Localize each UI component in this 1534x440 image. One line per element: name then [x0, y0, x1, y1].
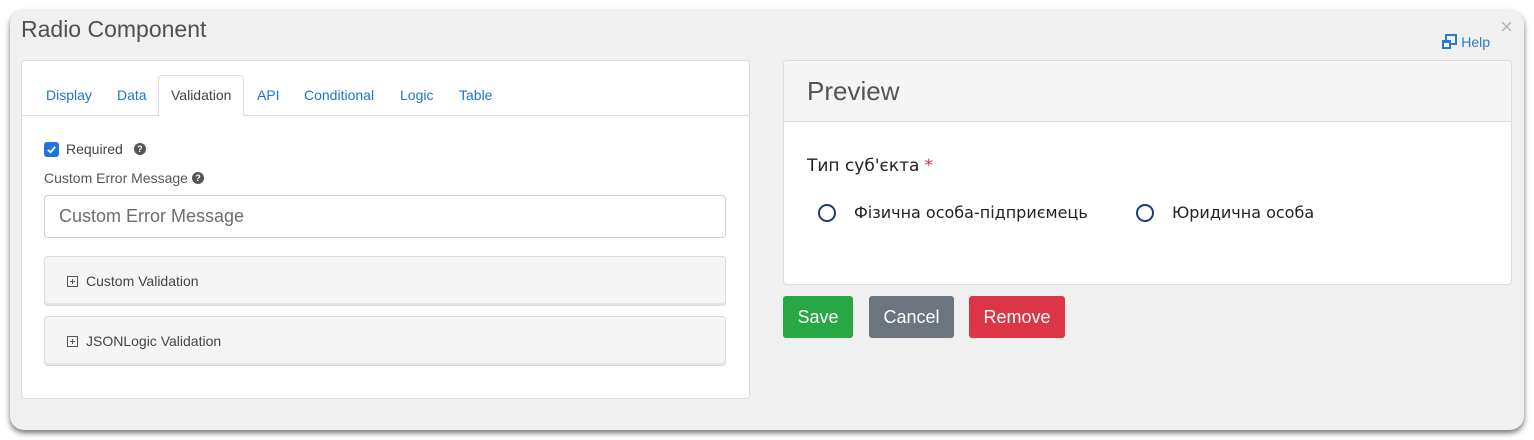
expand-plus-icon: [67, 275, 78, 287]
accordion-label: Custom Validation: [86, 273, 199, 289]
close-icon[interactable]: ×: [1500, 16, 1513, 38]
radio-circle[interactable]: [818, 203, 836, 222]
radio-option-label: Юридична особа: [1172, 203, 1315, 222]
custom-error-label-row: Custom Error Message ?: [44, 170, 204, 186]
jsonlogic-validation-accordion[interactable]: JSONLogic Validation: [44, 316, 726, 366]
tab-logic[interactable]: Logic: [388, 75, 445, 116]
accordion-label: JSONLogic Validation: [86, 333, 222, 349]
radio-circle[interactable]: [1136, 203, 1154, 222]
new-window-icon: [1442, 34, 1458, 49]
custom-error-input[interactable]: [44, 195, 726, 238]
required-star: *: [924, 156, 933, 176]
tab-display[interactable]: Display: [34, 75, 104, 116]
radio-component-modal: Radio Component × Help Display Data Vali…: [10, 10, 1524, 430]
expand-plus-icon: [67, 335, 78, 347]
save-button[interactable]: Save: [783, 296, 853, 338]
required-row: Required ?: [44, 141, 146, 157]
tab-table[interactable]: Table: [447, 75, 504, 116]
required-label: Required: [66, 141, 123, 157]
preview-title: Preview: [807, 76, 900, 106]
help-link[interactable]: Help: [1441, 34, 1490, 50]
custom-validation-accordion[interactable]: Custom Validation: [44, 256, 726, 306]
tab-data[interactable]: Data: [105, 75, 159, 116]
tab-api[interactable]: API: [245, 75, 292, 116]
settings-panel: Display Data Validation API Conditional …: [21, 60, 750, 399]
question-circle-icon[interactable]: ?: [191, 172, 204, 184]
tab-bar: Display Data Validation API Conditional …: [22, 61, 749, 116]
radio-option-label: Фізична особа-підприємець: [854, 203, 1088, 222]
check-icon: [47, 145, 56, 154]
radio-option-legal-entity[interactable]: Юридична особа: [1136, 203, 1314, 222]
preview-panel: Preview Тип суб'єкта * Фізична особа-підп…: [783, 60, 1512, 285]
field-label-text: Тип суб'єкта: [807, 156, 920, 176]
question-circle-icon[interactable]: ?: [133, 143, 146, 155]
remove-button[interactable]: Remove: [969, 296, 1065, 338]
radio-option-fop[interactable]: Фізична особа-підприємець: [818, 203, 1088, 222]
modal-title: Radio Component: [21, 16, 207, 42]
help-label: Help: [1461, 34, 1490, 50]
tab-conditional[interactable]: Conditional: [292, 75, 386, 116]
radio-field-label: Тип суб'єкта *: [807, 156, 933, 176]
custom-error-label: Custom Error Message: [44, 170, 188, 186]
tab-validation[interactable]: Validation: [158, 75, 245, 116]
required-checkbox[interactable]: [44, 141, 59, 157]
preview-header: Preview: [784, 61, 1511, 122]
cancel-button[interactable]: Cancel: [869, 296, 954, 338]
